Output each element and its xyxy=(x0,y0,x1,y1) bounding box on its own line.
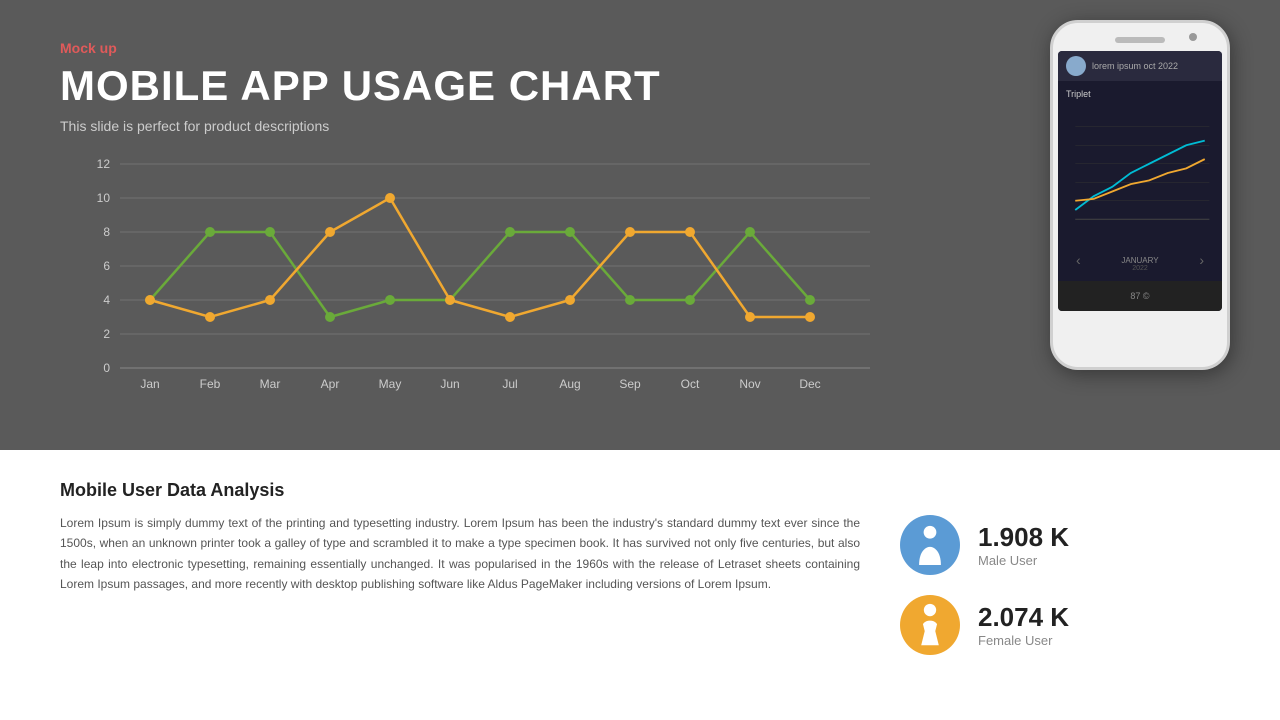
phone-triplet-label: Triplet xyxy=(1066,89,1214,99)
phone-prev-arrow[interactable]: ‹ xyxy=(1076,252,1081,272)
svg-text:Mar: Mar xyxy=(260,377,281,391)
female-info: 2.074 K Female User xyxy=(978,602,1069,648)
svg-text:May: May xyxy=(379,377,402,391)
page-title: MOBILE APP USAGE CHART xyxy=(60,62,1220,110)
male-info: 1.908 K Male User xyxy=(978,522,1069,568)
female-value: 2.074 K xyxy=(978,602,1069,633)
bottom-section: Mobile User Data Analysis Lorem Ipsum is… xyxy=(0,450,1280,720)
phone-month: JANUARY xyxy=(1121,256,1158,265)
phone-next-arrow[interactable]: › xyxy=(1199,252,1204,272)
phone-screen-title: lorem ipsum oct 2022 xyxy=(1092,61,1178,71)
male-stat-row: 1.908 K Male User xyxy=(900,515,1220,575)
female-icon xyxy=(900,595,960,655)
svg-text:0: 0 xyxy=(103,361,110,375)
phone-camera xyxy=(1189,33,1197,41)
page-subtitle: This slide is perfect for product descri… xyxy=(60,118,1220,134)
svg-text:Nov: Nov xyxy=(739,377,760,391)
male-icon xyxy=(900,515,960,575)
chart-container: 12 10 8 6 4 2 0 Jan Feb Mar Apr May Jun … xyxy=(60,154,880,394)
svg-text:6: 6 xyxy=(103,259,110,273)
male-label: Male User xyxy=(978,553,1069,568)
svg-text:10: 10 xyxy=(97,191,111,205)
svg-text:Jul: Jul xyxy=(502,377,517,391)
svg-text:Aug: Aug xyxy=(559,377,580,391)
phone-speaker xyxy=(1115,37,1165,43)
svg-text:Apr: Apr xyxy=(321,377,340,391)
top-section: Mock up MOBILE APP USAGE CHART This slid… xyxy=(0,0,1280,450)
female-stat-row: 2.074 K Female User xyxy=(900,595,1220,655)
analysis-title: Mobile User Data Analysis xyxy=(60,480,860,501)
female-label: Female User xyxy=(978,633,1069,648)
phone-screen: lorem ipsum oct 2022 Triplet xyxy=(1058,51,1222,311)
svg-text:Sep: Sep xyxy=(619,377,641,391)
svg-text:2: 2 xyxy=(103,327,110,341)
analysis-text: Lorem Ipsum is simply dummy text of the … xyxy=(60,513,860,595)
svg-text:4: 4 xyxy=(103,293,110,307)
bottom-right: 1.908 K Male User 2.074 K Female User xyxy=(900,480,1220,690)
phone-avatar xyxy=(1066,56,1086,76)
svg-text:Jan: Jan xyxy=(140,377,159,391)
svg-text:Dec: Dec xyxy=(799,377,820,391)
svg-text:Feb: Feb xyxy=(200,377,221,391)
svg-text:8: 8 xyxy=(103,225,110,239)
svg-text:Oct: Oct xyxy=(681,377,700,391)
phone-bottom-bar: 87 © xyxy=(1058,281,1222,311)
svg-text:Jun: Jun xyxy=(440,377,459,391)
phone-year: 2022 xyxy=(1121,265,1158,272)
male-value: 1.908 K xyxy=(978,522,1069,553)
svg-text:12: 12 xyxy=(97,157,111,171)
phone-mockup: lorem ipsum oct 2022 Triplet xyxy=(1050,20,1250,440)
line-chart: 12 10 8 6 4 2 0 Jan Feb Mar Apr May Jun … xyxy=(60,154,880,394)
mockup-label: Mock up xyxy=(60,40,1220,56)
bottom-left: Mobile User Data Analysis Lorem Ipsum is… xyxy=(60,480,860,690)
